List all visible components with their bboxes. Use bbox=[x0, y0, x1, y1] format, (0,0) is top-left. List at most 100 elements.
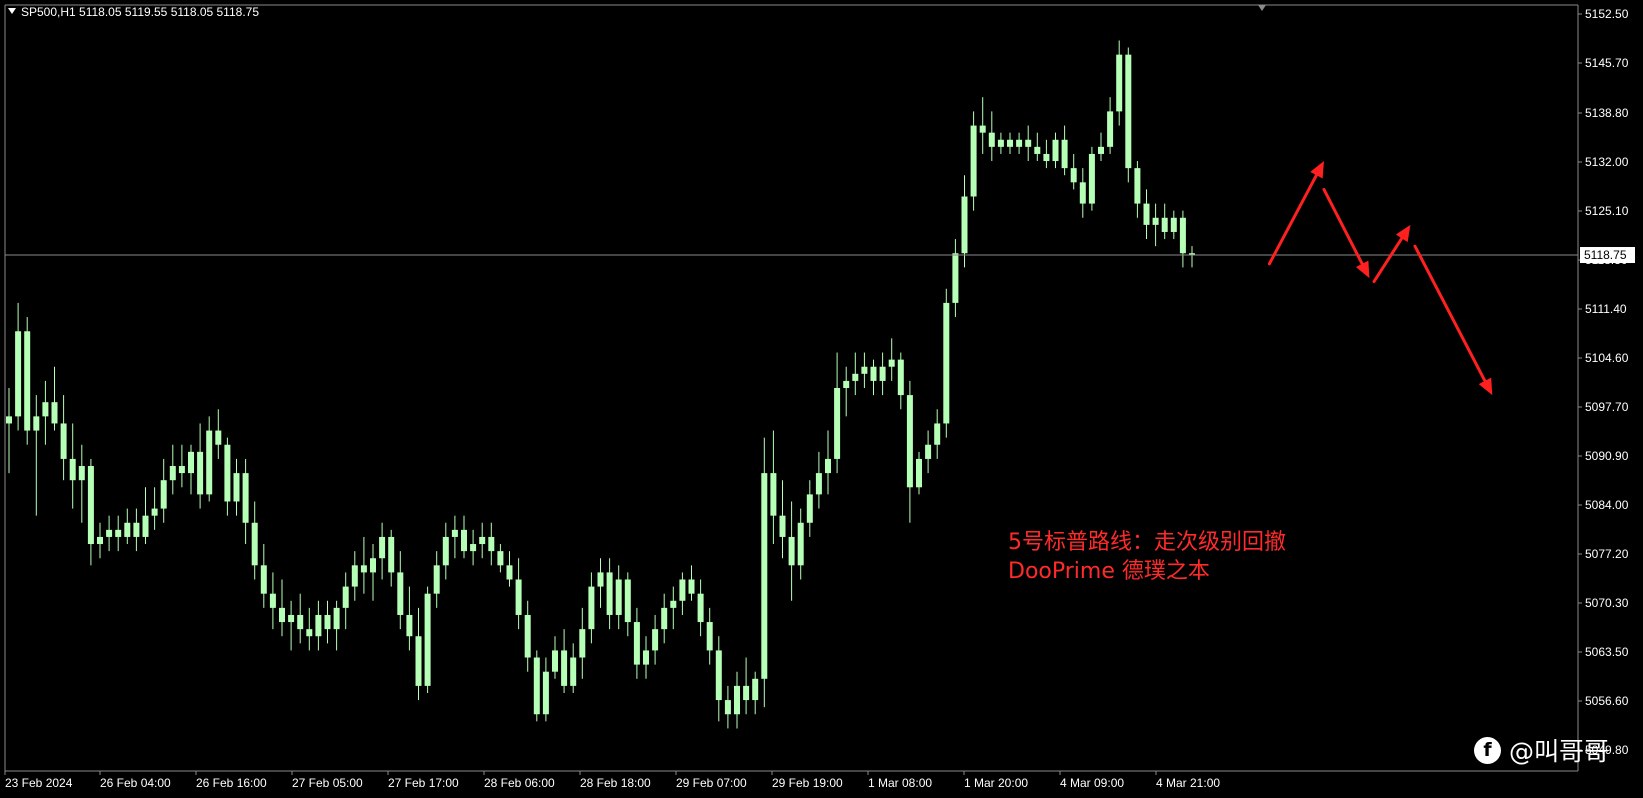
candle-body bbox=[461, 529, 467, 552]
price-tick-label: 5138.80 bbox=[1585, 106, 1629, 120]
candle-body bbox=[1070, 168, 1077, 183]
time-tick-label: 28 Feb 18:00 bbox=[580, 776, 651, 790]
candle-body bbox=[916, 458, 922, 488]
chart-window[interactable]: 5152.50 5145.70 5138.80 5132.00 5125.10 5118.… bbox=[0, 0, 1643, 798]
candle-body bbox=[743, 685, 750, 701]
candle-body bbox=[233, 473, 240, 502]
candle-body bbox=[1079, 182, 1086, 204]
candle-body bbox=[870, 366, 877, 381]
candle-body bbox=[1179, 217, 1186, 254]
candle-body bbox=[1061, 139, 1068, 169]
candle-body bbox=[206, 430, 213, 495]
candle-body bbox=[661, 607, 668, 630]
price-tick-label: 5152.50 bbox=[1585, 7, 1629, 21]
candle-body bbox=[479, 536, 486, 545]
candle-body bbox=[843, 380, 850, 388]
candlestick-chart: 5152.50 5145.70 5138.80 5132.00 5125.10 5118.… bbox=[0, 0, 1643, 798]
candle-body bbox=[588, 586, 595, 630]
candle-body bbox=[652, 629, 659, 651]
time-tick-label: 27 Feb 17:00 bbox=[388, 776, 459, 790]
candle-body bbox=[306, 629, 313, 637]
candle-body bbox=[6, 416, 12, 424]
candle-body bbox=[533, 657, 540, 715]
candle-body bbox=[825, 458, 831, 474]
candle-body bbox=[852, 373, 859, 381]
chart-header: SP500,H1 5118.05 5119.55 5118.05 5118.75 bbox=[8, 5, 259, 19]
candle-body bbox=[78, 466, 85, 481]
candle-body bbox=[797, 522, 804, 566]
time-tick-label: 27 Feb 05:00 bbox=[292, 776, 363, 790]
candle-body bbox=[42, 402, 49, 417]
candle-body bbox=[1107, 111, 1114, 147]
candle-body bbox=[224, 444, 231, 502]
price-tick-label: 5084.00 bbox=[1585, 498, 1629, 512]
annotation-line-1: 5号标普路线：走次级别回撤 bbox=[1008, 530, 1286, 555]
candle-body bbox=[506, 565, 513, 580]
candle-body bbox=[633, 622, 640, 665]
price-tick-label: 5063.50 bbox=[1585, 645, 1629, 659]
time-tick-label: 26 Feb 04:00 bbox=[100, 776, 171, 790]
candle-body bbox=[552, 650, 558, 672]
chart-background bbox=[0, 0, 1643, 798]
candle-body bbox=[715, 650, 722, 701]
candle-body bbox=[69, 458, 76, 481]
candle-body bbox=[1025, 139, 1032, 147]
candle-body bbox=[579, 629, 586, 658]
candle-body bbox=[488, 536, 495, 552]
candle-body bbox=[1034, 146, 1041, 154]
dropdown-caret-icon[interactable] bbox=[8, 8, 16, 14]
time-tick-label: 28 Feb 06:00 bbox=[484, 776, 555, 790]
time-tick-label: 4 Mar 21:00 bbox=[1156, 776, 1220, 790]
candle-body bbox=[570, 657, 577, 686]
candle-body bbox=[497, 551, 504, 566]
candle-body bbox=[806, 494, 813, 523]
candle-body bbox=[925, 444, 932, 459]
candle-body bbox=[197, 451, 204, 495]
watermark-handle: @叫哥哥 bbox=[1509, 737, 1610, 766]
candle-body bbox=[770, 473, 777, 516]
candle-body bbox=[415, 636, 422, 686]
candle-body bbox=[943, 302, 950, 424]
candle-body bbox=[124, 522, 131, 537]
candle-body bbox=[24, 331, 31, 431]
candle-body bbox=[142, 515, 149, 537]
candle-body bbox=[724, 700, 731, 715]
candle-body bbox=[106, 529, 113, 537]
candle-body bbox=[815, 473, 822, 495]
candle-body bbox=[269, 593, 276, 608]
price-tick-label: 5097.70 bbox=[1585, 400, 1629, 414]
candle-body bbox=[788, 536, 795, 566]
price-tick-label: 5111.40 bbox=[1585, 302, 1627, 316]
candle-body bbox=[288, 614, 295, 623]
candle-body bbox=[897, 359, 904, 396]
candle-body bbox=[1088, 153, 1095, 204]
candle-body bbox=[752, 678, 759, 701]
logo-icon: f bbox=[1474, 736, 1501, 764]
candle-body bbox=[1016, 139, 1023, 147]
candle-body bbox=[979, 125, 986, 133]
candle-body bbox=[424, 593, 431, 686]
candle-body bbox=[433, 565, 440, 594]
candle-body bbox=[451, 529, 458, 537]
time-tick-label: 23 Feb 2024 bbox=[5, 776, 73, 790]
candle-body bbox=[1152, 217, 1159, 225]
price-tick-label: 5104.60 bbox=[1585, 351, 1629, 365]
candle-body bbox=[215, 430, 222, 445]
candle-body bbox=[697, 593, 704, 623]
candle-body bbox=[333, 607, 340, 630]
candle-body bbox=[524, 614, 531, 658]
candle-body bbox=[242, 473, 249, 523]
candle-body bbox=[33, 416, 40, 431]
candle-body bbox=[1007, 139, 1013, 147]
candle-body bbox=[679, 579, 686, 601]
time-tick-label: 29 Feb 19:00 bbox=[772, 776, 843, 790]
price-tick-label: 5145.70 bbox=[1585, 56, 1629, 70]
price-tick-label: 5056.60 bbox=[1585, 694, 1629, 708]
watermark: f @叫哥哥 bbox=[1474, 733, 1609, 767]
candle-body bbox=[169, 466, 176, 481]
candle-body bbox=[1134, 168, 1141, 204]
candle-body bbox=[160, 480, 167, 509]
candle-body bbox=[1052, 139, 1059, 162]
time-tick-label: 4 Mar 09:00 bbox=[1060, 776, 1124, 790]
time-tick-label: 1 Mar 08:00 bbox=[868, 776, 932, 790]
